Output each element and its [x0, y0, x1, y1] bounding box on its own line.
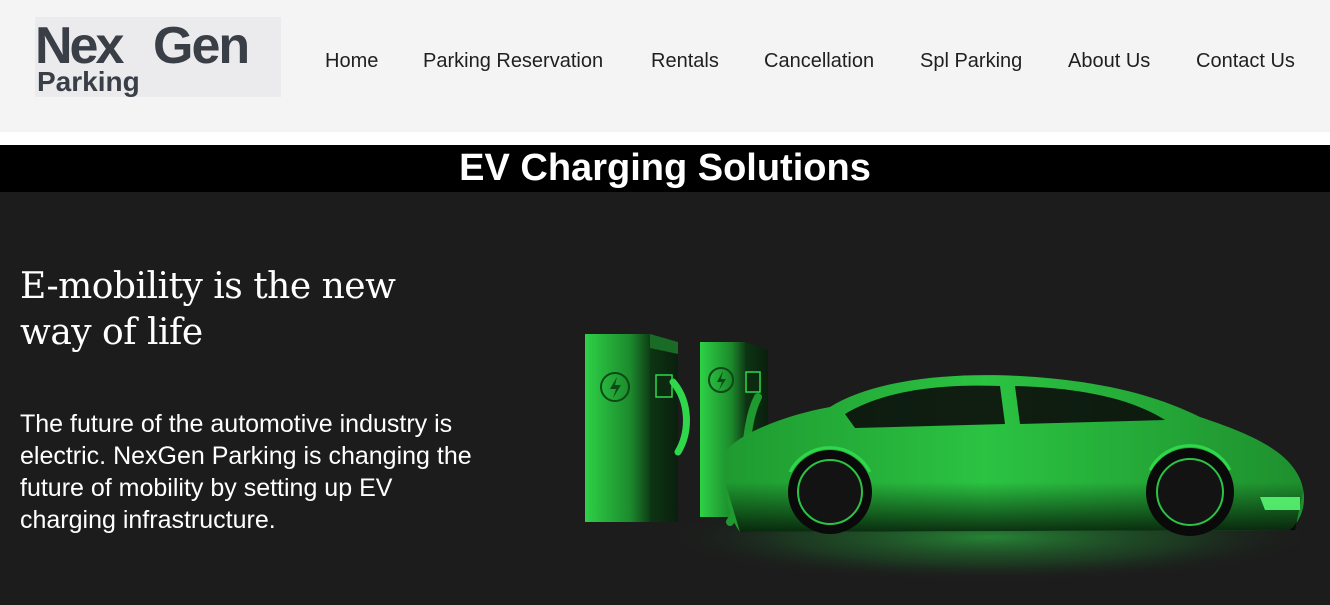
main-nav: Home Parking Reservation Rentals Cancell… [0, 50, 1330, 78]
ev-charging-illustration [585, 334, 1320, 582]
header-spacer [0, 132, 1330, 145]
nav-rentals[interactable]: Rentals [651, 50, 719, 73]
nav-spl-parking[interactable]: Spl Parking [920, 50, 1022, 73]
nav-about-us[interactable]: About Us [1068, 50, 1150, 73]
hero-description: The future of the automotive industry is… [20, 410, 472, 534]
section-title: EV Charging Solutions [459, 147, 871, 189]
hero-heading: E-mobility is the new way of life [20, 266, 396, 353]
section-title-bar: EV Charging Solutions [0, 145, 1330, 192]
nav-home[interactable]: Home [325, 50, 378, 73]
nav-cancellation[interactable]: Cancellation [764, 50, 874, 73]
nav-parking-reservation[interactable]: Parking Reservation [423, 50, 603, 73]
site-header: Nex Gen Parking Home Parking Reservation… [0, 0, 1330, 132]
electric-car-icon [723, 375, 1305, 536]
hero-section: E-mobility is the new way of life The fu… [0, 192, 1330, 605]
ev-charger-icon [585, 334, 690, 522]
nav-contact-us[interactable]: Contact Us [1196, 50, 1295, 73]
